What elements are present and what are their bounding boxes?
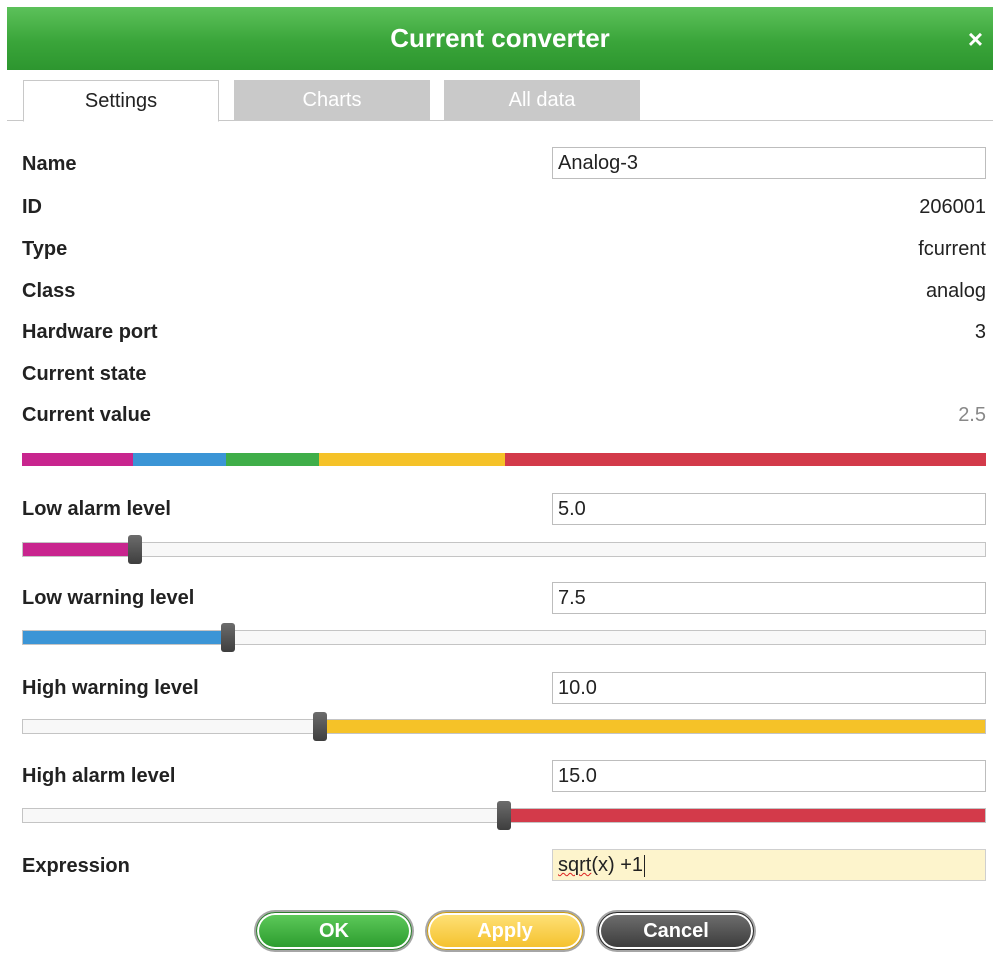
low-warning-input[interactable]: 7.5 xyxy=(552,582,986,614)
high-alarm-slider-handle[interactable] xyxy=(497,801,511,830)
cancel-button[interactable]: Cancel xyxy=(598,912,754,950)
high-warning-input[interactable]: 10.0 xyxy=(552,672,986,704)
tab-all-data[interactable]: All data xyxy=(444,80,640,121)
hardware-port-label: Hardware port xyxy=(22,321,158,343)
current-value-label: Current value xyxy=(22,404,151,426)
low-alarm-slider[interactable] xyxy=(22,535,986,564)
text-cursor xyxy=(644,854,646,877)
name-label: Name xyxy=(22,153,77,175)
high-warning-slider-handle[interactable] xyxy=(313,712,327,741)
low-alarm-label: Low alarm level xyxy=(22,498,171,520)
dialog-title: Current converter xyxy=(390,23,610,53)
current-value-value: 2.5 xyxy=(958,404,986,426)
tab-bar: Settings Charts All data xyxy=(7,80,993,122)
low-alarm-slider-fill xyxy=(23,543,135,556)
id-value: 206001 xyxy=(919,196,986,218)
tab-charts[interactable]: Charts xyxy=(234,80,430,121)
high-warning-label: High warning level xyxy=(22,677,199,699)
level-color-bar xyxy=(22,453,986,466)
current-state-label: Current state xyxy=(22,363,147,385)
high-alarm-label: High alarm level xyxy=(22,765,176,787)
low-alarm-slider-handle[interactable] xyxy=(128,535,142,564)
low-alarm-input[interactable]: 5.0 xyxy=(552,493,986,525)
color-bar-segment xyxy=(226,453,319,466)
type-label: Type xyxy=(22,238,68,260)
id-label: ID xyxy=(22,196,42,218)
name-input[interactable]: Analog-3 xyxy=(552,147,986,179)
high-warning-slider[interactable] xyxy=(22,712,986,741)
expression-input[interactable]: sqrt(x) +1 xyxy=(552,849,986,881)
class-value: analog xyxy=(925,280,986,302)
ok-button[interactable]: OK xyxy=(256,912,412,950)
dialog-titlebar: Current converter × xyxy=(7,7,993,70)
high-warning-slider-fill xyxy=(320,720,985,733)
type-value: fcurrent xyxy=(918,238,986,260)
color-bar-segment xyxy=(318,453,505,466)
color-bar-segment xyxy=(504,453,986,466)
class-label: Class xyxy=(22,280,76,302)
color-bar-segment xyxy=(132,453,227,466)
low-warning-slider-fill xyxy=(23,631,228,644)
low-warning-slider-handle[interactable] xyxy=(221,623,235,652)
tab-settings[interactable]: Settings xyxy=(23,80,219,122)
expression-misspelled-word: sqrt xyxy=(558,854,592,876)
low-warning-label: Low warning level xyxy=(22,587,195,609)
high-alarm-input[interactable]: 15.0 xyxy=(552,760,986,792)
color-bar-segment xyxy=(22,453,133,466)
hardware-port-value: 3 xyxy=(974,321,986,343)
close-icon[interactable]: × xyxy=(968,7,983,72)
expression-rest: (x) +1 xyxy=(591,854,644,876)
high-alarm-slider-fill xyxy=(504,809,985,822)
apply-button[interactable]: Apply xyxy=(427,912,583,950)
low-warning-slider[interactable] xyxy=(22,623,986,652)
high-alarm-slider[interactable] xyxy=(22,801,986,830)
expression-label: Expression xyxy=(22,855,130,877)
